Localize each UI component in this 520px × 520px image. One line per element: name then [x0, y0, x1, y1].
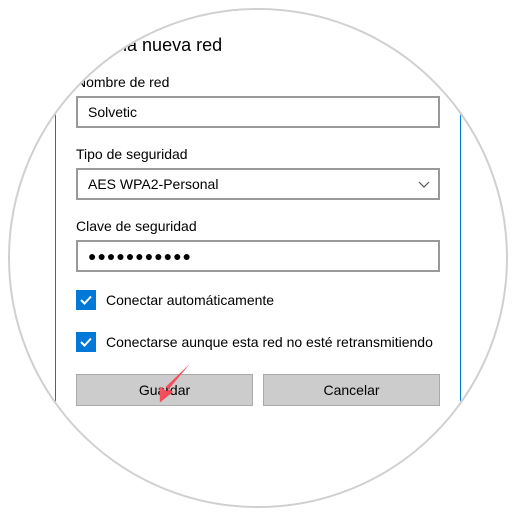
auto-connect-label[interactable]: Conectar automáticamente	[106, 292, 274, 308]
security-type-label: Tipo de seguridad	[76, 146, 440, 162]
network-name-label: Nombre de red	[76, 74, 440, 90]
connect-hidden-label[interactable]: Conectarse aunque esta red no esté retra…	[106, 334, 433, 350]
check-icon	[79, 293, 93, 307]
network-name-group: Nombre de red	[76, 74, 440, 128]
security-type-group: Tipo de seguridad AES WPA2-Personal	[76, 146, 440, 200]
save-button[interactable]: Guardar	[76, 374, 253, 406]
check-icon	[79, 335, 93, 349]
auto-connect-checkbox[interactable]	[76, 290, 96, 310]
security-type-select[interactable]: AES WPA2-Personal	[76, 168, 440, 200]
security-key-input[interactable]	[76, 240, 440, 272]
cancel-button[interactable]: Cancelar	[263, 374, 440, 406]
add-network-dialog: gar una nueva red Nombre de red Tipo de …	[55, 10, 461, 508]
security-type-value: AES WPA2-Personal	[88, 176, 218, 192]
dialog-buttons: Guardar Cancelar	[76, 374, 440, 406]
auto-connect-row: Conectar automáticamente	[76, 290, 440, 310]
connect-hidden-row: Conectarse aunque esta red no esté retra…	[76, 332, 440, 352]
security-key-group: Clave de seguridad	[76, 218, 440, 272]
connect-hidden-checkbox[interactable]	[76, 332, 96, 352]
security-key-label: Clave de seguridad	[76, 218, 440, 234]
dialog-title: gar una nueva red	[76, 35, 440, 56]
network-name-input[interactable]	[76, 96, 440, 128]
